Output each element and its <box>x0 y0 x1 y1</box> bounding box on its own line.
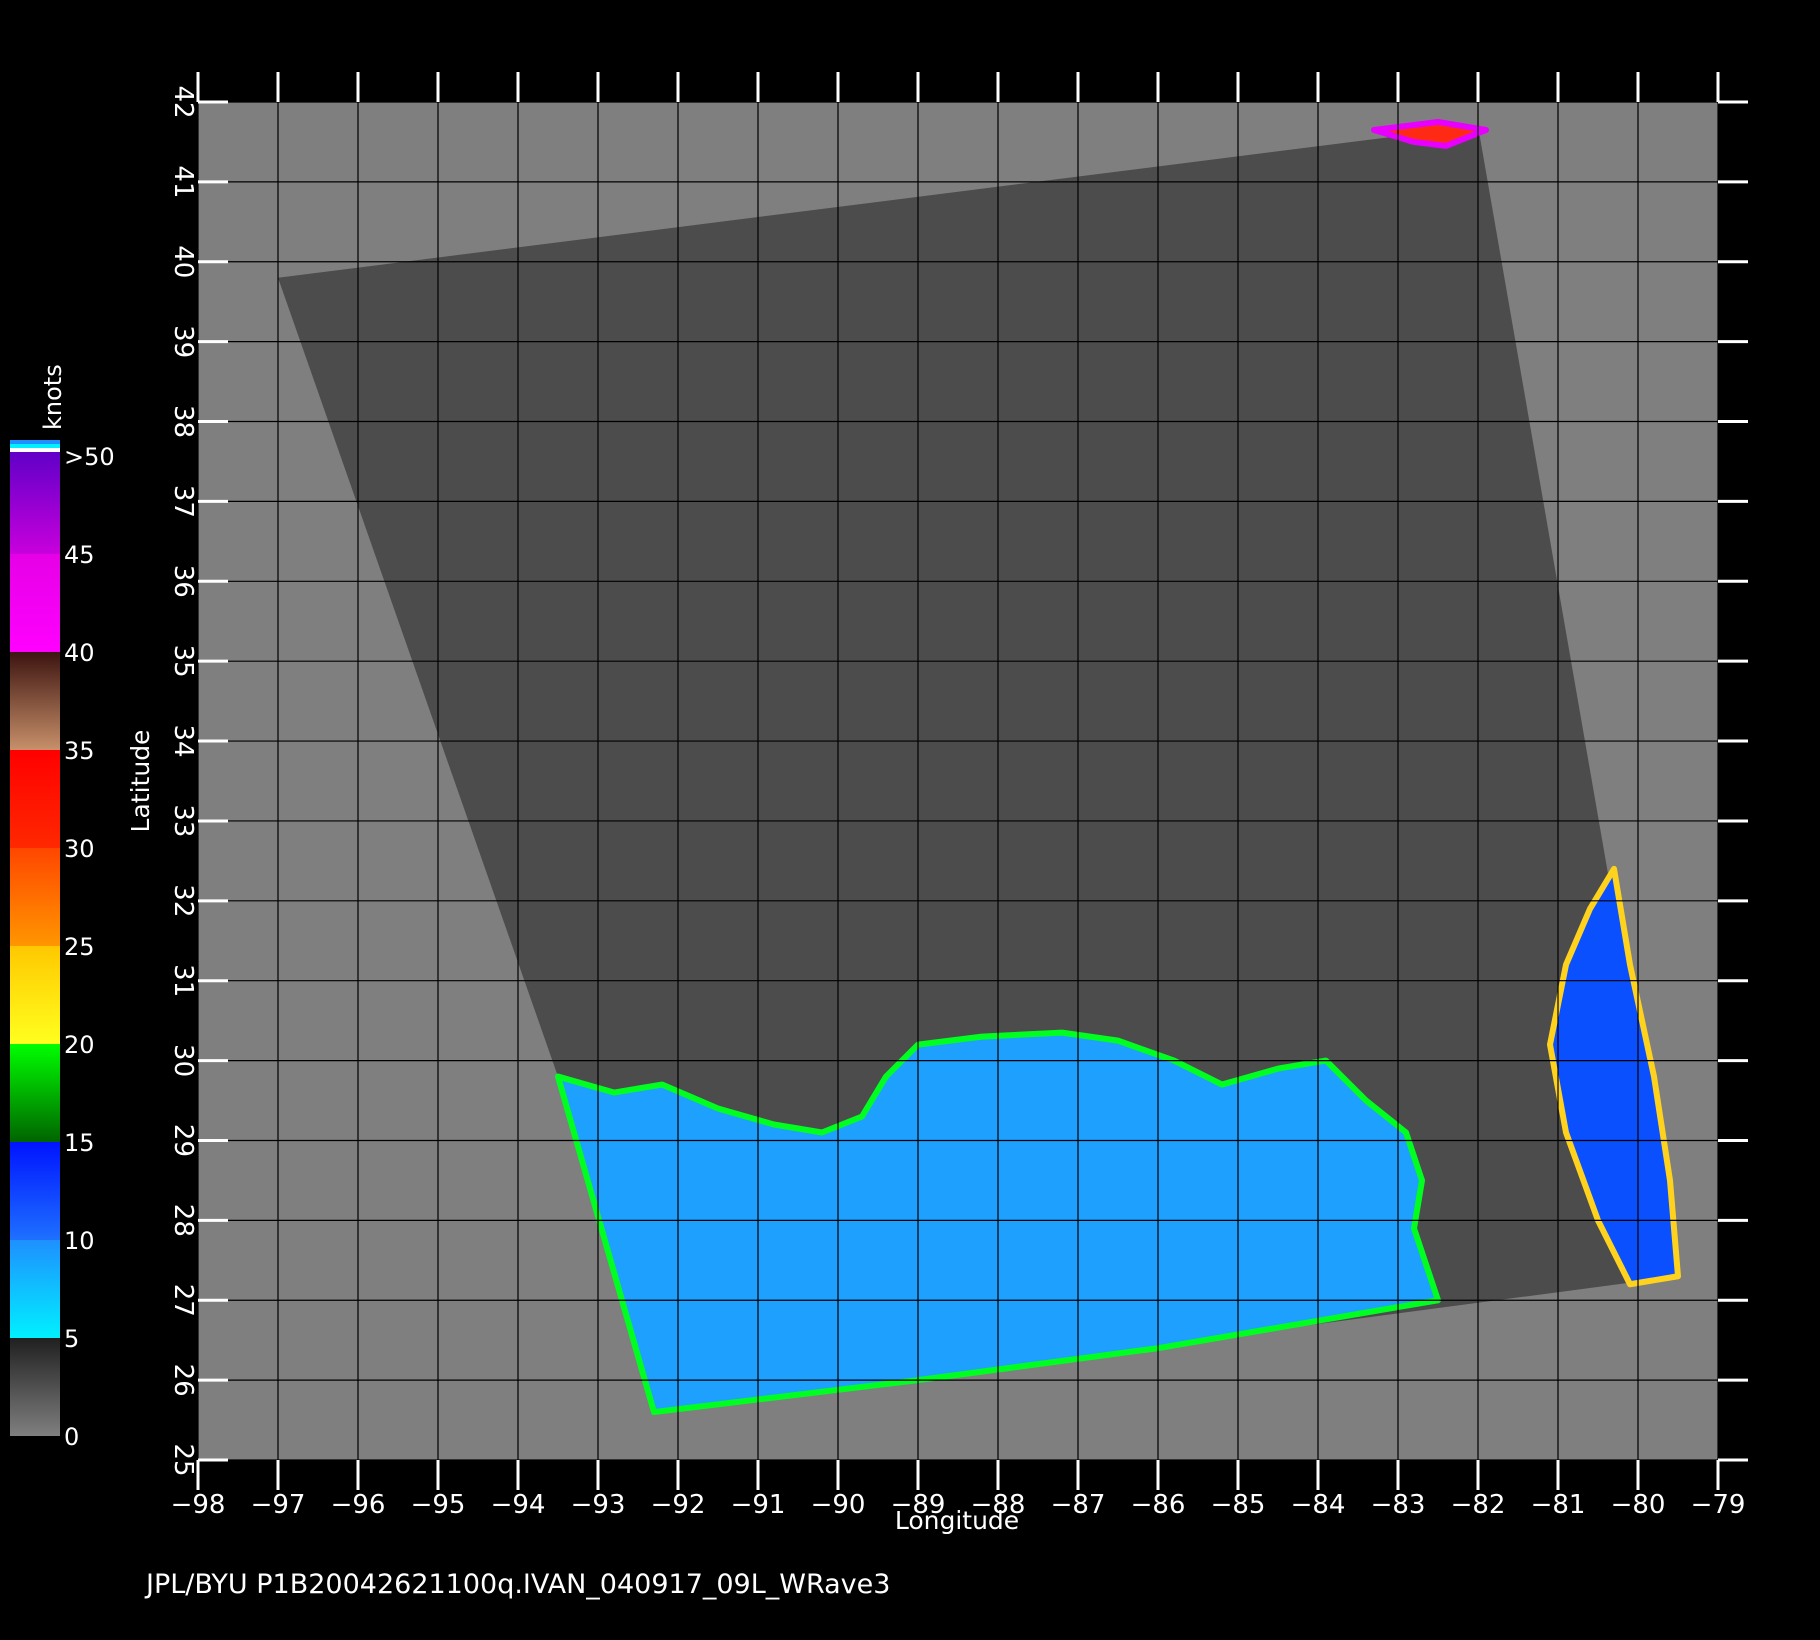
x-tick-label: −97 <box>251 1490 306 1520</box>
colorbar-tick-label: 0 <box>64 1423 79 1451</box>
colorbar-stripe <box>10 448 60 452</box>
colorbar-tick-label: >50 <box>64 443 115 471</box>
x-tick-label: −86 <box>1131 1490 1186 1520</box>
x-tick-label: −85 <box>1211 1490 1266 1520</box>
colorbar-tick-label: 35 <box>64 737 95 765</box>
x-tick-label: −81 <box>1531 1490 1586 1520</box>
x-tick-label: −80 <box>1611 1490 1666 1520</box>
colorbar-stripe <box>10 440 60 444</box>
y-tick-label: 30 <box>168 1044 198 1077</box>
y-tick-label: 36 <box>168 565 198 598</box>
y-tick-label: 37 <box>168 485 198 518</box>
x-tick-label: −93 <box>571 1490 626 1520</box>
x-tick-label: −95 <box>411 1490 466 1520</box>
y-tick-label: 41 <box>168 165 198 198</box>
colorbar-tick-label: 40 <box>64 639 95 667</box>
colorbar-tick-label: 45 <box>64 541 95 569</box>
colorbar-segments <box>10 456 60 1436</box>
y-tick-label: 40 <box>168 245 198 278</box>
colorbar-segment <box>10 456 60 554</box>
colorbar-segment <box>10 554 60 652</box>
colorbar-tick-label: 25 <box>64 933 95 961</box>
wind-map-figure: 0 5 10 15 20 25 30 35 40 45 >50 knots −98 −97 −96 −95… <box>10 72 1748 1600</box>
y-tick-label: 33 <box>168 804 198 837</box>
colorbar-tick-labels: 0 5 10 15 20 25 30 35 40 45 >50 <box>64 443 115 1451</box>
y-tick-label: 38 <box>168 405 198 438</box>
y-tick-label: 28 <box>168 1204 198 1237</box>
colorbar-segment <box>10 848 60 946</box>
colorbar-segment <box>10 1044 60 1142</box>
colorbar-tick-label: 5 <box>64 1325 79 1353</box>
map-plot-area: −98 −97 −96 −95 −94 −93 −92 −91 −90 −89 −88 −87 −86−… <box>126 72 1748 1535</box>
x-tick-label: −92 <box>651 1490 706 1520</box>
x-tick-label: −91 <box>731 1490 786 1520</box>
colorbar-segment <box>10 946 60 1044</box>
y-tick-label: 25 <box>168 1443 198 1476</box>
x-tick-label: −94 <box>491 1490 546 1520</box>
colorbar-unit-label: knots <box>39 364 67 430</box>
colorbar-segment <box>10 1338 60 1436</box>
x-tick-label: −84 <box>1291 1490 1346 1520</box>
y-tick-label: 42 <box>168 85 198 118</box>
y-tick-label: 39 <box>168 325 198 358</box>
x-tick-label: −96 <box>331 1490 386 1520</box>
x-tick-label: −79 <box>1691 1490 1746 1520</box>
x-tick-label: −98 <box>171 1490 226 1520</box>
y-tick-label: 29 <box>168 1124 198 1157</box>
colorbar-tick-label: 30 <box>64 835 95 863</box>
colorbar-tick-label: 20 <box>64 1031 95 1059</box>
colorbar-top-stripes <box>10 440 60 456</box>
x-tick-label: −82 <box>1451 1490 1506 1520</box>
colorbar: 0 5 10 15 20 25 30 35 40 45 >50 knots <box>10 364 115 1451</box>
y-tick-label: 34 <box>168 725 198 758</box>
y-tick-label: 35 <box>168 645 198 678</box>
colorbar-stripe <box>10 444 60 448</box>
colorbar-segment <box>10 750 60 848</box>
colorbar-segment <box>10 1240 60 1338</box>
y-tick-label: 31 <box>168 964 198 997</box>
y-tick-label: 32 <box>168 884 198 917</box>
colorbar-segment <box>10 652 60 750</box>
colorbar-tick-label: 15 <box>64 1129 95 1157</box>
colorbar-tick-label: 10 <box>64 1227 95 1255</box>
figure-caption: JPL/BYU P1B20042621100q.IVAN_040917_09L_… <box>144 1569 890 1600</box>
y-tick-label: 26 <box>168 1364 198 1397</box>
y-axis-title: Latitude <box>126 730 155 833</box>
colorbar-segment <box>10 1142 60 1240</box>
x-tick-label: −83 <box>1371 1490 1426 1520</box>
x-tick-label: −90 <box>811 1490 866 1520</box>
x-tick-label: −87 <box>1051 1490 1106 1520</box>
x-axis-title: Longitude <box>895 1506 1019 1535</box>
colorbar-stripe <box>10 452 60 456</box>
y-tick-label: 27 <box>168 1284 198 1317</box>
